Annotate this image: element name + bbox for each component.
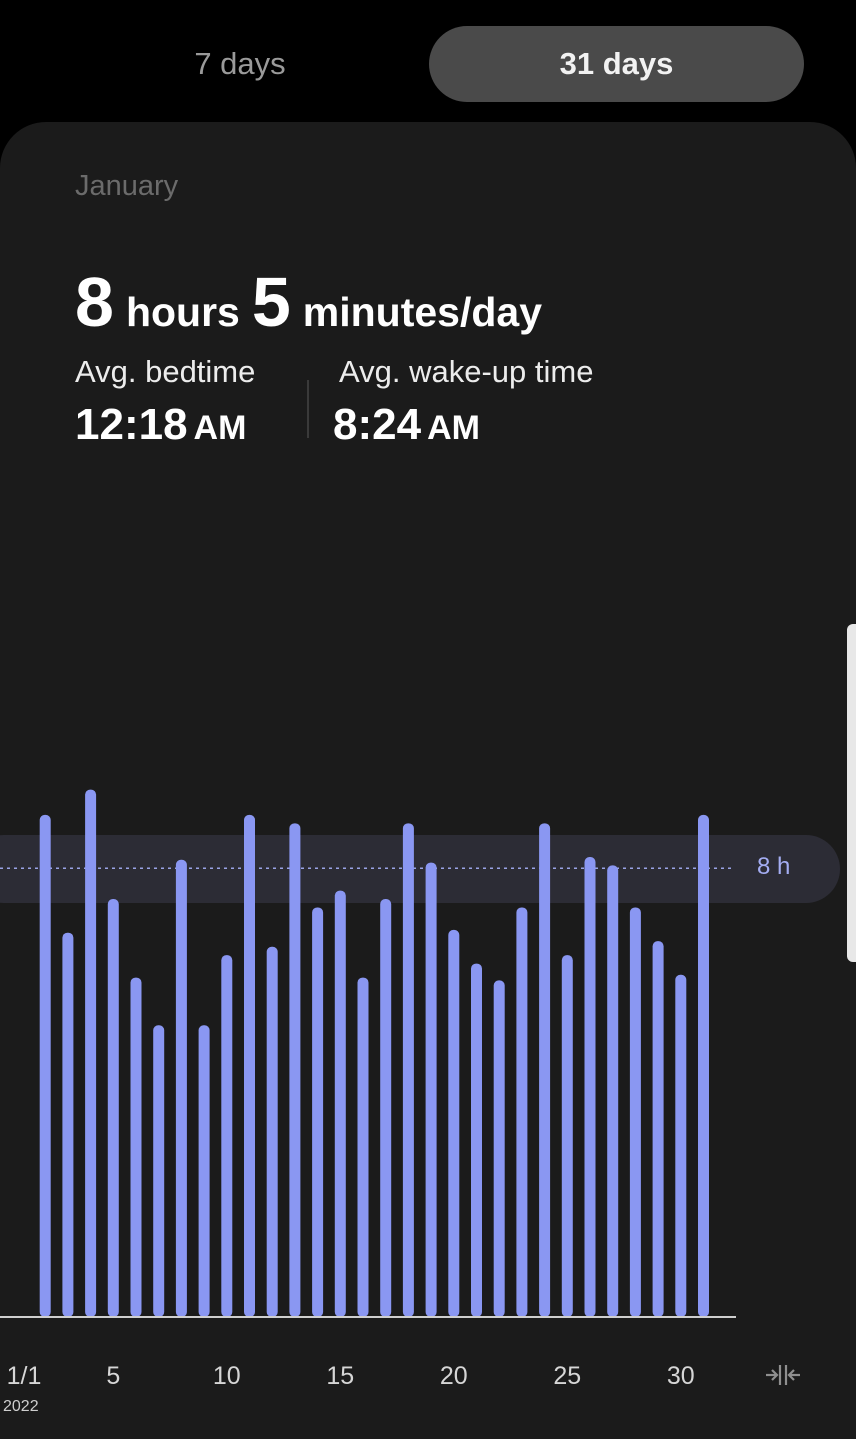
sleep-bar-day-25[interactable]	[561, 955, 573, 1317]
target-label: 8 h	[757, 853, 791, 880]
x-tick-1: 1/1	[6, 1362, 42, 1390]
sleep-bar-day-11[interactable]	[244, 814, 255, 1317]
sleep-bar-day-4[interactable]	[85, 789, 97, 1317]
sleep-bar-day-13[interactable]	[289, 823, 301, 1317]
sleep-bar-day-9[interactable]	[198, 1025, 210, 1317]
sleep-bar-day-26[interactable]	[584, 856, 596, 1317]
x-tick-15: 15	[326, 1362, 355, 1390]
sleep-bar-day-16[interactable]	[357, 977, 369, 1317]
sleep-bar-day-12[interactable]	[266, 946, 278, 1317]
sleep-bar-day-14[interactable]	[312, 907, 324, 1317]
collapse-arrows-icon[interactable]	[760, 1352, 806, 1398]
sleep-bar-day-23[interactable]	[516, 907, 528, 1317]
sleep-bar-day-6[interactable]	[130, 977, 142, 1317]
sleep-bar-day-30[interactable]	[675, 974, 687, 1317]
sleep-bar-day-24[interactable]	[539, 823, 551, 1317]
year-label: 2022	[3, 1398, 39, 1415]
sleep-bar-day-27[interactable]	[607, 865, 619, 1317]
x-tick-25: 25	[553, 1362, 582, 1390]
x-tick-5: 5	[106, 1362, 121, 1390]
x-tick-20: 20	[439, 1362, 468, 1390]
sleep-bar-day-31[interactable]	[698, 814, 709, 1317]
sleep-bar-day-10[interactable]	[221, 955, 233, 1317]
sleep-bar-day-18[interactable]	[402, 823, 414, 1317]
x-tick-10: 10	[212, 1362, 241, 1390]
sleep-bar-day-5[interactable]	[107, 899, 119, 1317]
sleep-bar-day-29[interactable]	[652, 941, 664, 1317]
sleep-bar-day-19[interactable]	[425, 862, 437, 1317]
sleep-bar-day-17[interactable]	[380, 899, 392, 1317]
sleep-bar-day-20[interactable]	[448, 929, 460, 1317]
sleep-bar-chart	[0, 789, 736, 1318]
sleep-bar-day-3[interactable]	[62, 932, 74, 1317]
sleep-bar-day-22[interactable]	[493, 980, 505, 1317]
x-tick-30: 30	[666, 1362, 695, 1390]
scroll-handle[interactable]	[847, 624, 856, 962]
sleep-stats-screen: 7 days 31 days January 8 hours 5 minutes/da…	[0, 0, 856, 1439]
sleep-bar-day-7[interactable]	[153, 1025, 165, 1317]
sleep-bar-day-28[interactable]	[629, 907, 641, 1317]
sleep-bar-day-15[interactable]	[334, 890, 346, 1317]
sleep-bar-day-2[interactable]	[39, 814, 51, 1317]
sleep-bar-day-8[interactable]	[175, 859, 187, 1317]
sleep-bar-day-21[interactable]	[471, 963, 482, 1317]
